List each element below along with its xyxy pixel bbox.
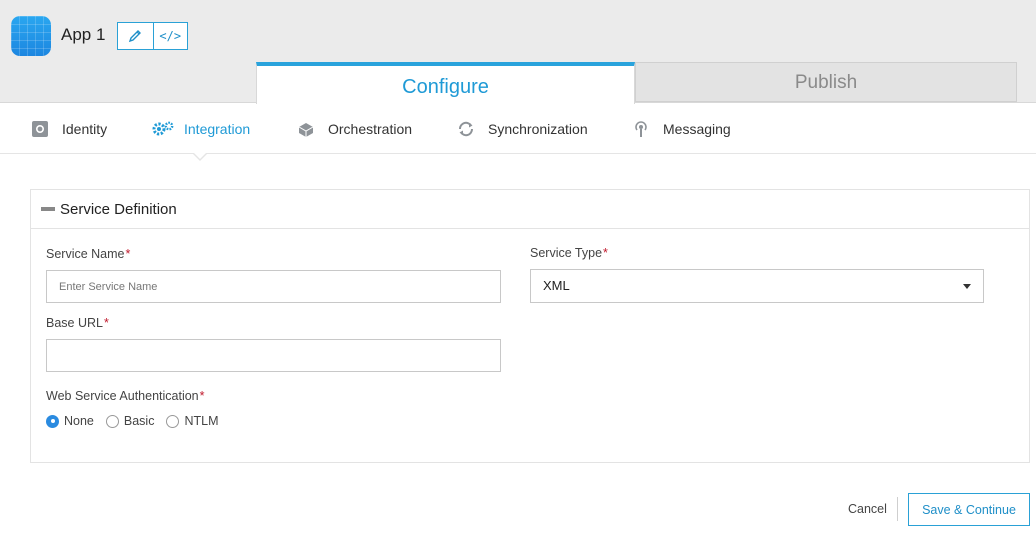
collapse-icon[interactable] [41, 207, 55, 211]
identity-icon [30, 119, 50, 139]
code-button[interactable]: </> [152, 23, 188, 49]
orchestration-icon [296, 119, 316, 139]
cancel-button[interactable]: Cancel [848, 502, 887, 516]
service-name-input[interactable] [46, 270, 501, 303]
gears-icon [151, 119, 175, 139]
sub-navigation: Identity Integration Orchestration Synch… [0, 104, 1036, 154]
app-name: App 1 [61, 25, 106, 44]
base-url-label: Base URL* [46, 316, 109, 330]
chevron-down-icon [963, 284, 971, 289]
radio-unchecked-icon [166, 414, 180, 428]
radio-checked-icon [46, 414, 59, 428]
nav-item-synchronization[interactable]: Synchronization [456, 119, 588, 139]
nav-item-messaging[interactable]: Messaging [631, 119, 731, 139]
base-url-input[interactable] [46, 339, 501, 372]
nav-label: Integration [184, 121, 251, 137]
auth-radio-group: None Basic NTLM [46, 414, 231, 428]
nav-item-identity[interactable]: Identity [30, 119, 107, 139]
save-continue-button[interactable]: Save & Continue [908, 493, 1030, 526]
app-icon [11, 16, 51, 56]
panel-title: Service Definition [60, 200, 177, 218]
radio-basic[interactable]: Basic [105, 414, 154, 428]
service-name-label: Service Name* [46, 247, 131, 261]
nav-item-integration[interactable]: Integration [151, 119, 250, 139]
active-nav-caret [192, 152, 208, 161]
app-header: App 1 </> Configure Publish [0, 0, 1036, 104]
antenna-icon [631, 119, 651, 139]
code-icon: </> [159, 29, 182, 43]
nav-label: Orchestration [328, 121, 413, 137]
tab-configure[interactable]: Configure [256, 62, 635, 104]
action-divider [897, 497, 898, 521]
nav-label: Synchronization [488, 121, 588, 137]
edit-button[interactable] [118, 23, 153, 49]
nav-item-orchestration[interactable]: Orchestration [296, 119, 412, 139]
service-definition-panel: Service Definition Service Name* Service… [30, 189, 1030, 463]
sync-icon [456, 119, 476, 139]
header-button-group: </> [117, 22, 188, 50]
radio-ntlm[interactable]: NTLM [166, 414, 219, 428]
tab-publish[interactable]: Publish [635, 62, 1017, 102]
service-type-label: Service Type* [530, 246, 608, 260]
pencil-icon [129, 30, 142, 43]
service-type-select[interactable]: XML [530, 269, 984, 303]
service-type-value: XML [543, 278, 570, 293]
nav-label: Messaging [663, 121, 731, 137]
panel-header: Service Definition [31, 190, 1029, 229]
auth-label: Web Service Authentication* [46, 389, 205, 403]
nav-label: Identity [62, 121, 108, 137]
radio-none[interactable]: None [46, 414, 94, 428]
radio-unchecked-icon [105, 414, 119, 428]
